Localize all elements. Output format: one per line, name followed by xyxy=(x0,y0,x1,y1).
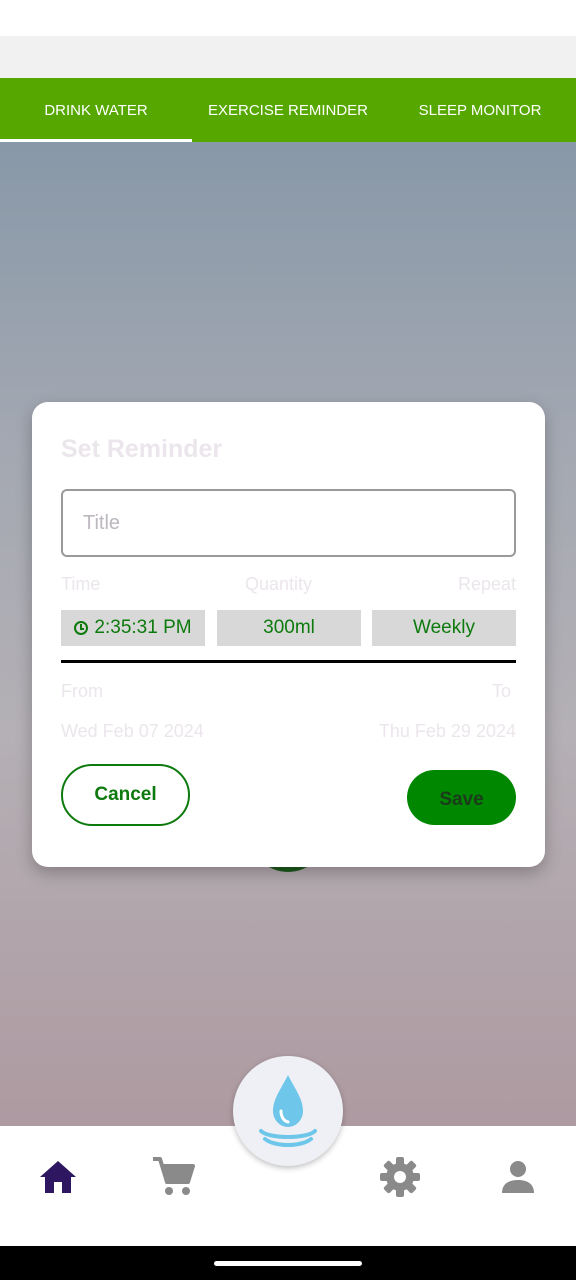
cart-icon xyxy=(153,1157,195,1195)
water-drop-icon xyxy=(259,1075,317,1147)
profile-icon xyxy=(502,1161,534,1193)
tab-label: EXERCISE REMINDER xyxy=(207,101,369,119)
from-date[interactable]: Wed Feb 07 2024 xyxy=(61,721,204,742)
nav-settings[interactable] xyxy=(370,1152,430,1202)
settings-icon xyxy=(380,1157,420,1197)
cancel-button[interactable]: Cancel xyxy=(61,764,190,826)
home-icon xyxy=(40,1161,76,1193)
repeat-label: Repeat xyxy=(457,574,516,594)
dialog-title: Set Reminder xyxy=(61,435,223,463)
tab-label: SLEEP MONITOR xyxy=(418,101,542,119)
nav-profile[interactable] xyxy=(488,1152,548,1202)
clock-icon xyxy=(74,621,89,635)
tab-sleep-monitor[interactable]: SLEEP MONITOR xyxy=(384,78,576,142)
repeat-value: Weekly xyxy=(413,617,475,638)
quantity-value: 300ml xyxy=(263,617,315,638)
tab-exercise-reminder[interactable]: EXERCISE REMINDER xyxy=(192,78,384,142)
time-value: 2:35:31 PM xyxy=(94,617,192,638)
water-drop-button[interactable] xyxy=(233,1056,343,1166)
divider xyxy=(61,660,516,663)
system-navigation-bar xyxy=(0,1246,576,1280)
quantity-label: Quantity xyxy=(245,574,313,594)
time-picker[interactable]: 2:35:31 PM xyxy=(61,610,205,646)
quantity-picker[interactable]: 300ml xyxy=(217,610,361,646)
title-input[interactable] xyxy=(61,489,516,557)
nav-cart[interactable] xyxy=(143,1152,203,1202)
from-label: From xyxy=(61,681,103,701)
app-bar xyxy=(0,36,576,78)
status-bar xyxy=(0,0,576,36)
tab-label: DRINK WATER xyxy=(44,101,148,119)
to-label: To xyxy=(491,681,511,701)
to-date[interactable]: Thu Feb 29 2024 xyxy=(379,721,516,742)
tab-drink-water[interactable]: DRINK WATER xyxy=(0,78,192,142)
nav-home[interactable] xyxy=(28,1152,88,1202)
time-label: Time xyxy=(61,574,101,594)
set-reminder-dialog: Set Reminder Time Quantity Repeat 2:35:3… xyxy=(32,402,545,867)
repeat-picker[interactable]: Weekly xyxy=(372,610,516,646)
home-gesture-pill[interactable] xyxy=(214,1261,362,1266)
tab-bar: DRINK WATER EXERCISE REMINDER SLEEP MONI… xyxy=(0,78,576,142)
save-button[interactable]: Save xyxy=(407,770,516,825)
